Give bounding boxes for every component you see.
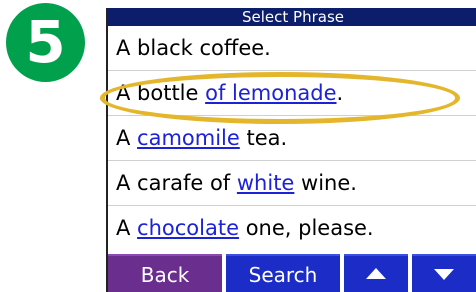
back-button[interactable]: Back [108,254,222,292]
down-arrow-icon [434,269,454,280]
scroll-down-button[interactable] [412,254,476,292]
phrase-keyword-link[interactable]: camomile [137,126,240,150]
phrase-text: wine. [294,171,357,195]
bottom-toolbar: Back Search [108,254,476,292]
phrase-text: one, please. [239,216,374,240]
scroll-up-button[interactable] [344,254,408,292]
phrase-keyword-link[interactable]: of lemonade [205,81,336,105]
phrase-keyword-link[interactable]: chocolate [137,216,239,240]
phrase-text: A carafe of [116,171,237,195]
phrase-keyword-link[interactable]: white [237,171,294,195]
step-number-badge: 5 [6,3,85,82]
list-item[interactable]: A black coffee. [108,26,476,71]
phrase-list: A black coffee. A bottle of lemonade. A … [108,26,476,251]
list-item[interactable]: A carafe of white wine. [108,161,476,206]
up-arrow-icon [366,268,386,279]
phrase-text: A bottle [116,81,206,105]
search-button[interactable]: Search [226,254,340,292]
device-screen: Select Phrase A black coffee. A bottle o… [106,8,476,292]
phrase-text: A [116,216,138,240]
list-item[interactable]: A bottle of lemonade. [108,71,476,116]
phrase-text: tea. [239,126,288,150]
phrase-text: . [336,81,344,105]
list-item[interactable]: A chocolate one, please. [108,206,476,251]
screen-title: Select Phrase [108,8,476,26]
list-item[interactable]: A camomile tea. [108,116,476,161]
phrase-text: A black coffee. [116,36,271,60]
phrase-text: A [116,126,138,150]
